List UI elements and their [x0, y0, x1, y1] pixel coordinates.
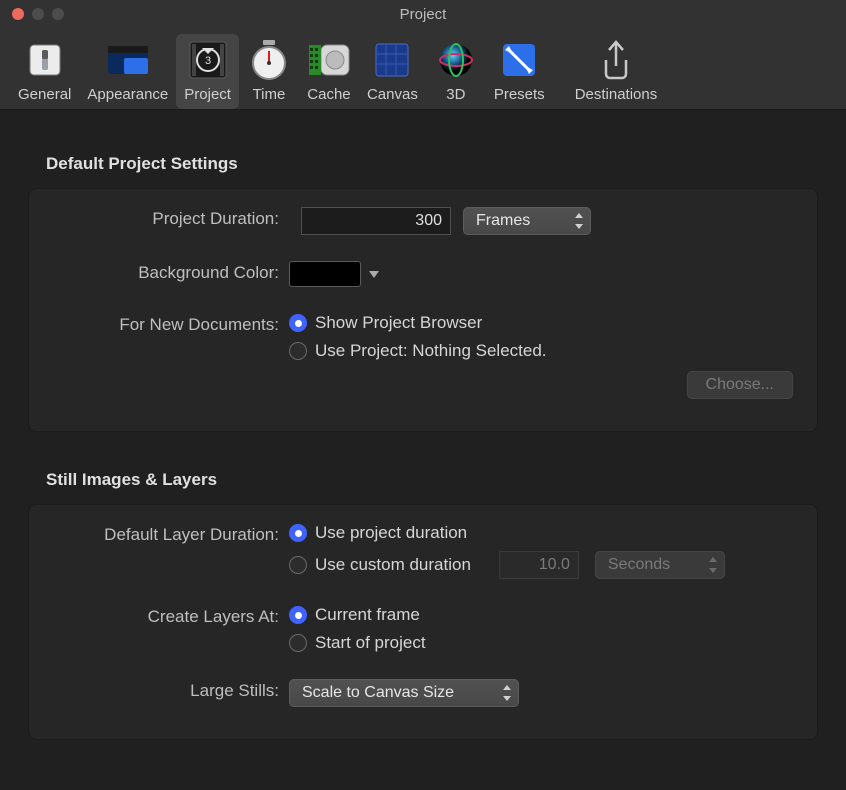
radio-label: Start of project [315, 633, 426, 653]
canvas-icon [370, 38, 414, 82]
destinations-icon [594, 38, 638, 82]
radio-label: Current frame [315, 605, 420, 625]
large-stills-select[interactable]: Scale to Canvas Size [289, 679, 519, 707]
radio-label: Use custom duration [315, 555, 471, 575]
select-value: Scale to Canvas Size [302, 684, 454, 702]
label-create-layers-at: Create Layers At: [49, 605, 289, 627]
section-title-stills: Still Images & Layers [46, 470, 818, 490]
toolbar-item-canvas[interactable]: Canvas [359, 34, 426, 109]
general-icon [23, 38, 67, 82]
radio-icon [289, 342, 307, 360]
traffic-lights [0, 8, 64, 20]
toolbar-item-cache[interactable]: Cache [299, 34, 359, 109]
toolbar-label: Appearance [87, 86, 168, 103]
radio-icon [289, 524, 307, 542]
toolbar-label: Canvas [367, 86, 418, 103]
titlebar: Project [0, 0, 846, 28]
select-value: Frames [476, 212, 530, 230]
chevrons-icon [502, 685, 512, 701]
zoom-window-button[interactable] [52, 8, 64, 20]
toolbar-label: Project [184, 86, 231, 103]
minimize-window-button[interactable] [32, 8, 44, 20]
cache-icon [307, 38, 351, 82]
section-default-project: Project Duration: Frames Background Colo… [28, 188, 818, 432]
section-title-default-project: Default Project Settings [46, 154, 818, 174]
radio-use-project-duration[interactable]: Use project duration [289, 523, 797, 543]
project-icon: 3 [186, 38, 230, 82]
toolbar-item-presets[interactable]: Presets [486, 34, 553, 109]
select-value: Seconds [608, 556, 670, 574]
preferences-toolbar: General Appearance 3 Project [0, 28, 846, 110]
toolbar-item-destinations[interactable]: Destinations [567, 34, 666, 109]
radio-icon [289, 556, 307, 574]
radio-label: Show Project Browser [315, 313, 482, 333]
appearance-icon [106, 38, 150, 82]
radio-current-frame[interactable]: Current frame [289, 605, 426, 625]
label-default-layer-duration: Default Layer Duration: [49, 523, 289, 545]
presets-icon [497, 38, 541, 82]
radio-start-of-project[interactable]: Start of project [289, 633, 426, 653]
toolbar-item-time[interactable]: Time [239, 34, 299, 109]
custom-duration-input [499, 551, 579, 579]
chevrons-icon [708, 557, 718, 573]
background-color-well[interactable] [289, 261, 361, 287]
radio-icon [289, 634, 307, 652]
label-background-color: Background Color: [49, 261, 289, 283]
radio-label: Use project duration [315, 523, 467, 543]
toolbar-label: Cache [307, 86, 350, 103]
time-icon [247, 38, 291, 82]
radio-label: Use Project: Nothing Selected. [315, 341, 547, 361]
label-for-new-documents: For New Documents: [49, 313, 289, 335]
section-stills: Default Layer Duration: Use project dura… [28, 504, 818, 740]
toolbar-item-appearance[interactable]: Appearance [79, 34, 176, 109]
toolbar-label: Time [253, 86, 286, 103]
toolbar-label: Destinations [575, 86, 658, 103]
radio-icon [289, 314, 307, 332]
toolbar-label: General [18, 86, 71, 103]
toolbar-item-general[interactable]: General [10, 34, 79, 109]
3d-icon [434, 38, 478, 82]
close-window-button[interactable] [12, 8, 24, 20]
custom-duration-unit-select: Seconds [595, 551, 725, 579]
toolbar-item-3d[interactable]: 3D [426, 34, 486, 109]
label-project-duration: Project Duration: [49, 207, 289, 229]
radio-use-project[interactable]: Use Project: Nothing Selected. [289, 341, 547, 361]
chevron-down-icon[interactable] [369, 271, 379, 278]
toolbar-label: Presets [494, 86, 545, 103]
project-duration-unit-select[interactable]: Frames [463, 207, 591, 235]
project-duration-input[interactable] [301, 207, 451, 235]
radio-show-project-browser[interactable]: Show Project Browser [289, 313, 547, 333]
content: Default Project Settings Project Duratio… [0, 110, 846, 760]
toolbar-item-project[interactable]: 3 Project [176, 34, 239, 109]
radio-use-custom-duration[interactable]: Use custom duration [289, 555, 471, 575]
chevrons-icon [574, 213, 584, 229]
choose-button[interactable]: Choose... [687, 371, 793, 399]
svg-text:3: 3 [205, 55, 211, 67]
window-title: Project [0, 6, 846, 23]
toolbar-label: 3D [446, 86, 465, 103]
label-large-stills: Large Stills: [49, 679, 289, 701]
radio-icon [289, 606, 307, 624]
